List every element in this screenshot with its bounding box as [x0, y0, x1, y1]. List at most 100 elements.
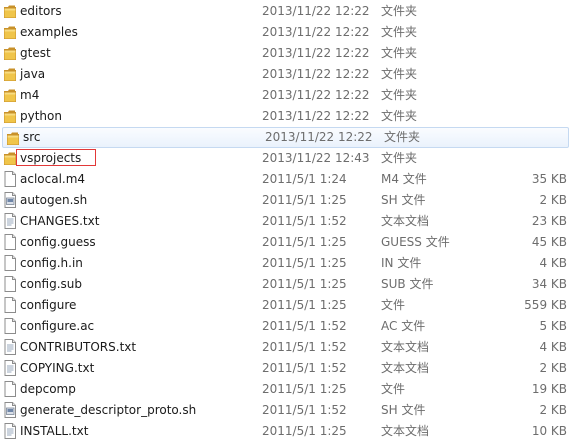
- file-date-modified: 2011/5/1 1:25: [262, 298, 347, 312]
- file-type: 文件夹: [381, 67, 418, 81]
- folder-icon: [3, 108, 17, 124]
- file-date-modified: 2011/5/1 1:24: [262, 172, 347, 186]
- file-date-modified: 2011/5/1 1:52: [262, 361, 347, 375]
- text-document-icon: [3, 213, 17, 229]
- file-row[interactable]: config.sub 2011/5/1 1:25 SUB 文件 34 KB: [0, 274, 571, 295]
- file-type: 文件夹: [381, 109, 418, 123]
- file-icon: [3, 234, 17, 250]
- file-name: config.sub: [20, 277, 83, 291]
- folder-row[interactable]: java 2013/11/22 12:22 文件夹: [0, 64, 571, 85]
- file-type: IN 文件: [381, 256, 422, 270]
- file-name: python: [20, 109, 62, 123]
- file-type: 文本文档: [381, 340, 430, 354]
- file-icon: [3, 255, 17, 271]
- file-name: depcomp: [20, 382, 76, 396]
- file-date-modified: 2011/5/1 1:25: [262, 193, 347, 207]
- file-icon: [3, 318, 17, 334]
- folder-icon: [3, 150, 17, 166]
- file-size: 2 KB: [539, 361, 567, 375]
- script-file-icon: [3, 402, 17, 418]
- file-size: 23 KB: [531, 214, 567, 228]
- folder-row[interactable]: editors 2013/11/22 12:22 文件夹: [0, 1, 571, 22]
- file-row[interactable]: aclocal.m4 2011/5/1 1:24 M4 文件 35 KB: [0, 169, 571, 190]
- file-name: generate_descriptor_proto.sh: [20, 403, 197, 417]
- file-type: M4 文件: [381, 172, 427, 186]
- file-name: aclocal.m4: [20, 172, 86, 186]
- file-size: 35 KB: [531, 172, 567, 186]
- folder-icon: [6, 130, 20, 146]
- file-row[interactable]: configure.ac 2011/5/1 1:52 AC 文件 5 KB: [0, 316, 571, 337]
- file-icon: [3, 171, 17, 187]
- file-type: 文本文档: [381, 214, 430, 228]
- file-size: 4 KB: [539, 256, 567, 270]
- folder-icon: [3, 45, 17, 61]
- file-row[interactable]: config.guess 2011/5/1 1:25 GUESS 文件 45 KB: [0, 232, 571, 253]
- folder-row[interactable]: m4 2013/11/22 12:22 文件夹: [0, 85, 571, 106]
- file-name: config.h.in: [20, 256, 83, 270]
- file-row[interactable]: CHANGES.txt 2011/5/1 1:52 文本文档 23 KB: [0, 211, 571, 232]
- file-date-modified: 2011/5/1 1:52: [262, 319, 347, 333]
- folder-row[interactable]: examples 2013/11/22 12:22 文件夹: [0, 22, 571, 43]
- text-document-icon: [3, 360, 17, 376]
- file-name: CONTRIBUTORS.txt: [20, 340, 137, 354]
- file-date-modified: 2013/11/22 12:22: [262, 109, 370, 123]
- file-type: 文件夹: [381, 46, 418, 60]
- file-name: java: [20, 67, 46, 81]
- file-size: 45 KB: [531, 235, 567, 249]
- file-name: examples: [20, 25, 78, 39]
- text-document-icon: [3, 423, 17, 439]
- folder-row[interactable]: python 2013/11/22 12:22 文件夹: [0, 106, 571, 127]
- file-row[interactable]: autogen.sh 2011/5/1 1:25 SH 文件 2 KB: [0, 190, 571, 211]
- file-type: GUESS 文件: [381, 235, 450, 249]
- file-date-modified: 2013/11/22 12:22: [262, 88, 370, 102]
- file-date-modified: 2011/5/1 1:52: [262, 214, 347, 228]
- file-name: CHANGES.txt: [20, 214, 100, 228]
- file-type: SH 文件: [381, 403, 426, 417]
- file-date-modified: 2011/5/1 1:25: [262, 382, 347, 396]
- file-type: 文件夹: [381, 4, 418, 18]
- folder-row[interactable]: src 2013/11/22 12:22 文件夹: [2, 127, 569, 148]
- file-row[interactable]: configure 2011/5/1 1:25 文件 559 KB: [0, 295, 571, 316]
- file-row[interactable]: generate_descriptor_proto.sh 2011/5/1 1:5…: [0, 400, 571, 421]
- file-type: 文件夹: [381, 25, 418, 39]
- file-name: autogen.sh: [20, 193, 88, 207]
- file-size: 19 KB: [531, 382, 567, 396]
- file-row[interactable]: COPYING.txt 2011/5/1 1:52 文本文档 2 KB: [0, 358, 571, 379]
- file-icon: [3, 297, 17, 313]
- file-name: m4: [20, 88, 40, 102]
- file-name: vsprojects: [20, 151, 82, 165]
- folder-icon: [3, 24, 17, 40]
- file-row[interactable]: CONTRIBUTORS.txt 2011/5/1 1:52 文本文档 4 KB: [0, 337, 571, 358]
- file-date-modified: 2013/11/22 12:43: [262, 151, 370, 165]
- file-icon: [3, 381, 17, 397]
- file-list: editors 2013/11/22 12:22 文件夹 examples 2013/1…: [0, 0, 571, 439]
- folder-row[interactable]: gtest 2013/11/22 12:22 文件夹: [0, 43, 571, 64]
- file-date-modified: 2013/11/22 12:22: [262, 25, 370, 39]
- file-type: AC 文件: [381, 319, 426, 333]
- file-date-modified: 2011/5/1 1:25: [262, 277, 347, 291]
- file-size: 4 KB: [539, 340, 567, 354]
- file-date-modified: 2011/5/1 1:52: [262, 403, 347, 417]
- file-name: editors: [20, 4, 62, 18]
- file-row[interactable]: config.h.in 2011/5/1 1:25 IN 文件 4 KB: [0, 253, 571, 274]
- file-size: 2 KB: [539, 403, 567, 417]
- folder-icon: [3, 87, 17, 103]
- folder-row[interactable]: vsprojects 2013/11/22 12:43 文件夹: [0, 148, 571, 169]
- file-name: configure: [20, 298, 77, 312]
- file-date-modified: 2011/5/1 1:52: [262, 340, 347, 354]
- file-type: 文件: [381, 382, 406, 396]
- script-file-icon: [3, 192, 17, 208]
- file-icon: [3, 276, 17, 292]
- file-row[interactable]: depcomp 2011/5/1 1:25 文件 19 KB: [0, 379, 571, 400]
- file-name: COPYING.txt: [20, 361, 95, 375]
- file-type: 文本文档: [381, 361, 430, 375]
- file-name: gtest: [20, 46, 51, 60]
- file-size: 559 KB: [524, 298, 567, 312]
- file-size: 2 KB: [539, 193, 567, 207]
- file-date-modified: 2013/11/22 12:22: [265, 130, 373, 144]
- file-size: 34 KB: [531, 277, 567, 291]
- file-size: 5 KB: [539, 319, 567, 333]
- text-document-icon: [3, 339, 17, 355]
- file-date-modified: 2013/11/22 12:22: [262, 67, 370, 81]
- file-type: 文件夹: [384, 130, 421, 144]
